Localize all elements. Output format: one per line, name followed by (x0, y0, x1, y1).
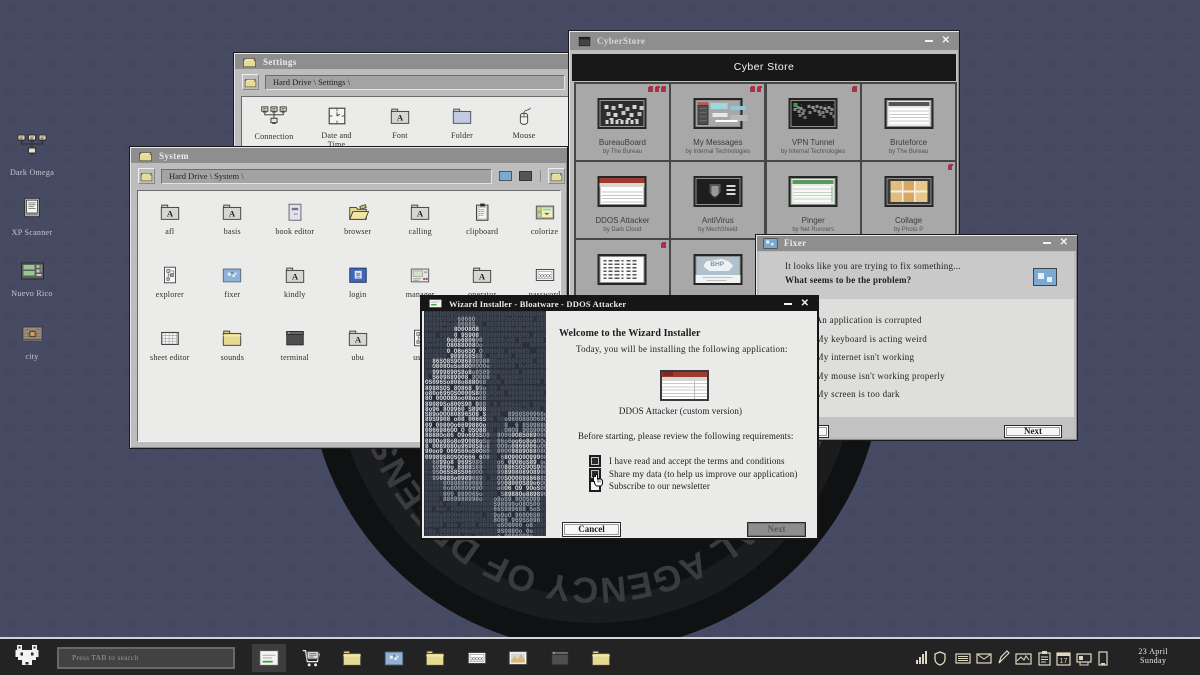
svg-text:17: 17 (1060, 658, 1068, 665)
